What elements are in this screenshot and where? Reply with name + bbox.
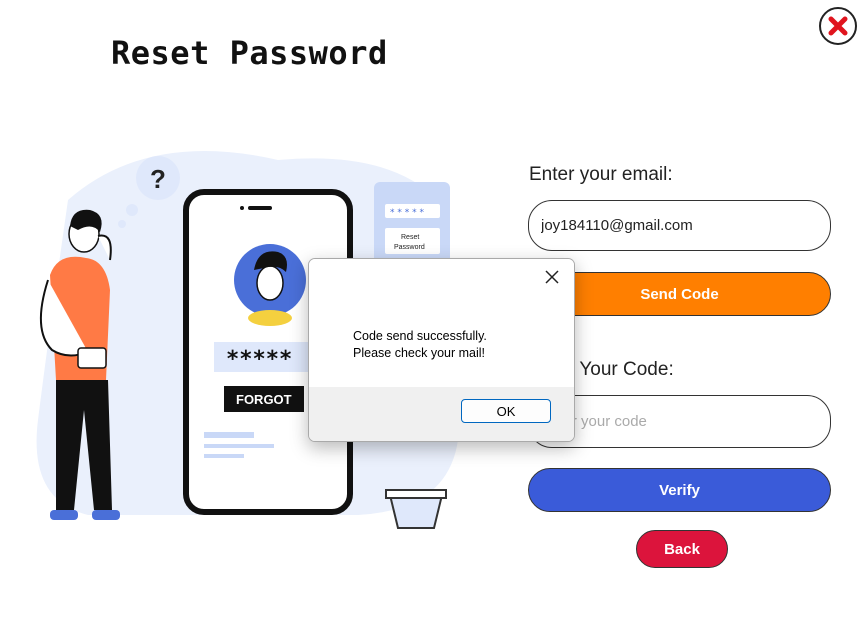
card-reset-text-2: Password xyxy=(394,244,425,251)
dialog-titlebar xyxy=(309,259,574,297)
ok-button[interactable]: OK xyxy=(461,399,551,423)
dialog-message-line-1: Code send successfully. xyxy=(353,329,487,343)
password-mask: ***** xyxy=(226,347,292,372)
back-button[interactable]: Back xyxy=(636,530,728,568)
email-input[interactable] xyxy=(528,200,831,251)
question-mark-icon: ? xyxy=(150,164,166,194)
close-icon[interactable] xyxy=(818,6,858,46)
card-reset-text-1: Reset xyxy=(401,234,419,241)
message-dialog: Code send successfully. Please check you… xyxy=(308,258,575,442)
page-title: Reset Password xyxy=(111,34,388,72)
dialog-footer: OK xyxy=(309,387,574,441)
dialog-message-line-2: Please check your mail! xyxy=(353,346,486,360)
verify-button[interactable]: Verify xyxy=(528,468,831,512)
forgot-label: FORGOT xyxy=(236,392,292,407)
svg-text:* * * * *: * * * * * xyxy=(390,208,424,218)
dialog-message: Code send successfully. Please check you… xyxy=(309,297,574,387)
dialog-close-icon[interactable] xyxy=(542,267,562,287)
email-label: Enter your email: xyxy=(529,164,673,185)
